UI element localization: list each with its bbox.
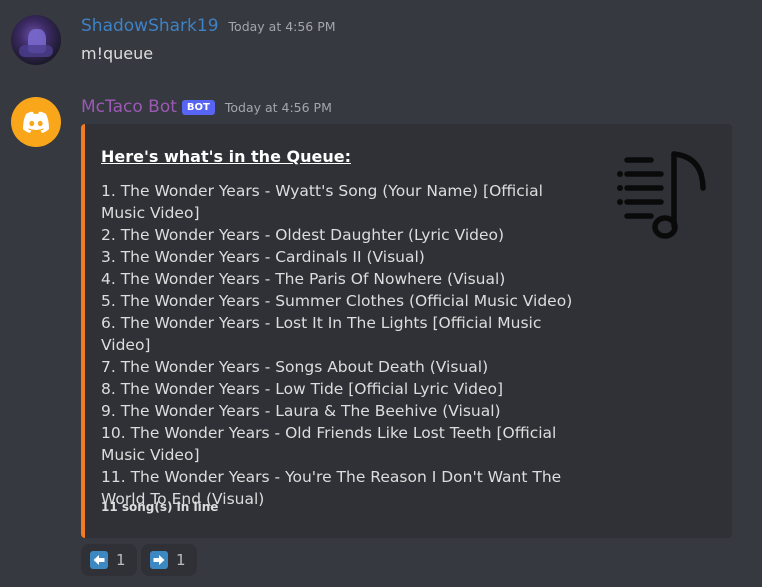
queue-item: 7. The Wonder Years - Songs About Death … <box>101 358 489 376</box>
message-header: McTaco Bot BOT Today at 4:56 PM <box>81 97 332 117</box>
reactions: 1 1 <box>81 544 197 576</box>
reaction-count: 1 <box>176 551 186 569</box>
arrow-right-icon <box>150 551 168 569</box>
reaction-count: 1 <box>116 551 126 569</box>
reaction-arrow-left[interactable]: 1 <box>81 544 137 576</box>
queue-item: 4. The Wonder Years - The Paris Of Nowhe… <box>101 270 506 288</box>
arrow-left-icon <box>90 551 108 569</box>
message-text: m!queue <box>81 44 154 63</box>
queue-item: 9. The Wonder Years - Laura & The Beehiv… <box>101 402 501 420</box>
queue-item: 8. The Wonder Years - Low Tide [Official… <box>101 380 504 398</box>
queue-item: 6. The Wonder Years - Lost It In The Lig… <box>101 314 542 354</box>
user-avatar[interactable] <box>11 15 61 65</box>
reaction-arrow-right[interactable]: 1 <box>141 544 197 576</box>
embed-footer: 11 song(s) in line <box>101 500 219 514</box>
embed-title: Here's what's in the Queue: <box>101 147 351 166</box>
timestamp: Today at 4:56 PM <box>228 19 336 34</box>
bot-badge: BOT <box>181 100 215 115</box>
message-header: ShadowShark19 Today at 4:56 PM <box>81 16 336 36</box>
discord-logo-icon <box>23 111 49 133</box>
queue-item: 10. The Wonder Years - Old Friends Like … <box>101 424 557 464</box>
bot-avatar[interactable] <box>11 97 61 147</box>
username[interactable]: ShadowShark19 <box>81 16 219 36</box>
queue-item: 5. The Wonder Years - Summer Clothes (Of… <box>101 292 573 310</box>
avatar-figure-base <box>19 45 53 57</box>
music-queue-icon <box>617 151 706 239</box>
timestamp: Today at 4:56 PM <box>224 100 332 115</box>
queue-item: 2. The Wonder Years - Oldest Daughter (L… <box>101 226 505 244</box>
username[interactable]: McTaco Bot <box>81 97 177 117</box>
queue-list: 1. The Wonder Years - Wyatt's Song (Your… <box>101 180 589 510</box>
queue-embed: Here's what's in the Queue: 1. The Wonde… <box>81 124 732 538</box>
queue-item: 3. The Wonder Years - Cardinals II (Visu… <box>101 248 425 266</box>
queue-item: 1. The Wonder Years - Wyatt's Song (Your… <box>101 182 543 222</box>
